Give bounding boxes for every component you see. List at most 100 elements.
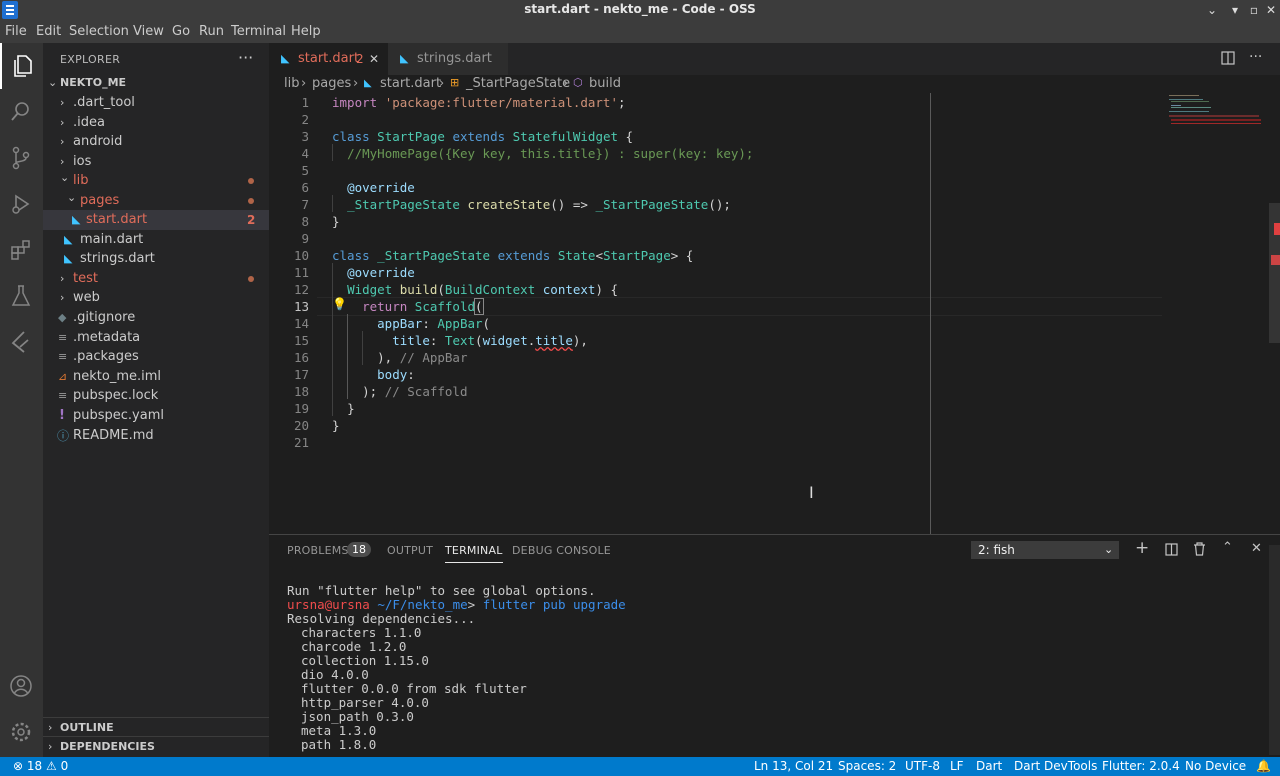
tree-item-pages[interactable]: ⌄ pages [43, 191, 269, 211]
tree-item-idea[interactable]: › .idea [43, 113, 269, 133]
breadcrumb-method[interactable]: build [589, 76, 621, 91]
terminal-line: Run "flutter help" to see global options… [287, 583, 596, 598]
terminal-line: collection 1.15.0 [301, 653, 429, 668]
chevron-up-icon[interactable]: ⌃ [1222, 540, 1233, 555]
code-line: _StartPageState createState() => _StartP… [347, 197, 731, 212]
tab-problems[interactable]: PROBLEMS [287, 544, 349, 557]
line-number: 4 [301, 146, 309, 161]
flutter-activity[interactable] [0, 319, 43, 365]
terminal-select[interactable]: 2: fish ⌄ [971, 541, 1119, 559]
trash-icon[interactable] [1193, 542, 1206, 560]
bell-icon[interactable]: 🔔 [1256, 759, 1271, 773]
device-selector[interactable]: No Device [1185, 759, 1246, 773]
tree-item-strings-dart[interactable]: ◣ strings.dart [43, 249, 269, 269]
tree-item-web[interactable]: › web [43, 288, 269, 308]
search-activity[interactable] [0, 89, 43, 135]
run-debug-activity[interactable] [0, 181, 43, 227]
more-actions-icon[interactable]: ··· [1249, 49, 1262, 65]
problems-status[interactable]: ⊗ 18 ⚠ 0 [13, 759, 68, 773]
chevron-right-icon: › [563, 76, 569, 91]
indentation-status[interactable]: Spaces: 2 [838, 759, 896, 773]
breadcrumb-file[interactable]: start.dart [380, 76, 441, 91]
workspace-root[interactable]: ⌄ NEKTO_ME [43, 73, 269, 93]
menu-selection[interactable]: Selection [69, 24, 129, 39]
tab-strings-dart[interactable]: ◣ strings.dart [388, 43, 508, 75]
close-window-icon[interactable]: ✕ [1261, 1, 1280, 19]
code-line: class StartPage extends StatefulWidget { [332, 129, 634, 144]
language-mode[interactable]: Dart [976, 759, 1002, 773]
text-file-icon: ≡ [58, 389, 68, 402]
tree-item-gitignore[interactable]: ◆ .gitignore [43, 308, 269, 328]
tab-output[interactable]: OUTPUT [387, 544, 433, 557]
tab-start-dart[interactable]: ◣ start.dart 2 ✕ [269, 43, 388, 75]
tree-item-metadata[interactable]: ≡ .metadata [43, 328, 269, 348]
line-number: 12 [293, 282, 309, 297]
dart-devtools-button[interactable]: Dart DevTools [1014, 759, 1097, 773]
class-icon: ⊞ [450, 76, 460, 89]
chevron-right-icon: › [48, 740, 53, 753]
eol-status[interactable]: LF [950, 759, 964, 773]
add-terminal-icon[interactable]: + [1135, 538, 1149, 558]
tree-item-iml[interactable]: ⊿ nekto_me.iml [43, 367, 269, 387]
chevron-down-icon[interactable]: ⌄ [1202, 1, 1222, 19]
dart-file-icon: ◣ [400, 52, 409, 65]
terminal-scrollbar[interactable] [1269, 545, 1280, 755]
chevron-right-icon: › [60, 96, 65, 109]
split-editor-icon[interactable] [1221, 51, 1235, 65]
menu-help[interactable]: Help [291, 24, 321, 39]
menu-terminal[interactable]: Terminal [231, 24, 286, 39]
activity-bar [0, 43, 43, 757]
menu-file[interactable]: File [5, 24, 27, 39]
tree-item-main-dart[interactable]: ◣ main.dart [43, 230, 269, 250]
tree-item-pubspec-lock[interactable]: ≡ pubspec.lock [43, 386, 269, 406]
tab-debug-console[interactable]: DEBUG CONSOLE [512, 544, 611, 557]
menu-view[interactable]: View [133, 24, 164, 39]
tree-item-lib[interactable]: ⌄ lib [43, 171, 269, 191]
modified-dot [248, 198, 254, 204]
flutter-version[interactable]: Flutter: 2.0.4 [1102, 759, 1180, 773]
close-tab-icon[interactable]: ✕ [369, 43, 379, 75]
menu-run[interactable]: Run [199, 24, 224, 39]
tree-item-start-dart[interactable]: ◣ start.dart 2 [43, 210, 269, 230]
source-control-activity[interactable] [0, 135, 43, 181]
breadcrumb-pages[interactable]: pages [312, 76, 351, 91]
extensions-activity[interactable] [0, 227, 43, 273]
tree-item-dart-tool[interactable]: › .dart_tool [43, 93, 269, 113]
explorer-activity[interactable] [0, 43, 45, 89]
text-file-icon: ≡ [58, 350, 68, 363]
cursor-position[interactable]: Ln 13, Col 21 [754, 759, 833, 773]
close-panel-icon[interactable]: ✕ [1251, 541, 1262, 556]
tree-item-test[interactable]: › test [43, 269, 269, 289]
testing-activity[interactable] [0, 273, 43, 319]
menu-go[interactable]: Go [172, 24, 190, 39]
code-line: } [347, 401, 355, 416]
accounts-activity[interactable] [0, 663, 43, 709]
line-number: 6 [301, 180, 309, 195]
tree-item-packages[interactable]: ≡ .packages [43, 347, 269, 367]
tree-item-readme[interactable]: ⓘ README.md [43, 426, 269, 446]
encoding-status[interactable]: UTF-8 [905, 759, 940, 773]
minimize-icon[interactable]: ▾ [1225, 1, 1245, 19]
split-terminal-icon[interactable] [1165, 543, 1178, 560]
dependencies-section[interactable]: › DEPENDENCIES [43, 736, 269, 757]
line-number: 18 [293, 384, 309, 399]
tree-item-pubspec-yaml[interactable]: ! pubspec.yaml [43, 406, 269, 426]
code-line: Widget build(BuildContext context) { [347, 282, 619, 297]
tab-terminal[interactable]: TERMINAL [445, 544, 503, 563]
line-number: 7 [301, 197, 309, 212]
dart-file-icon: ◣ [281, 52, 290, 65]
tree-item-android[interactable]: › android [43, 132, 269, 152]
error-marker [1271, 255, 1280, 265]
breadcrumb-lib[interactable]: lib [284, 76, 299, 91]
line-number: 3 [301, 129, 309, 144]
minimap[interactable] [1167, 93, 1267, 133]
code-editor[interactable]: 1 2 3 4 5 6 7 8 9 10 11 12 13 14 15 16 1… [269, 93, 1280, 534]
tree-item-ios[interactable]: › ios [43, 152, 269, 172]
more-actions-icon[interactable]: ··· [238, 48, 253, 67]
outline-section[interactable]: › OUTLINE [43, 717, 269, 738]
manage-activity[interactable] [0, 709, 43, 755]
code-line: } [332, 214, 340, 229]
line-number: 19 [293, 401, 309, 416]
menu-edit[interactable]: Edit [36, 24, 61, 39]
breadcrumb-class[interactable]: _StartPageState [466, 76, 570, 91]
